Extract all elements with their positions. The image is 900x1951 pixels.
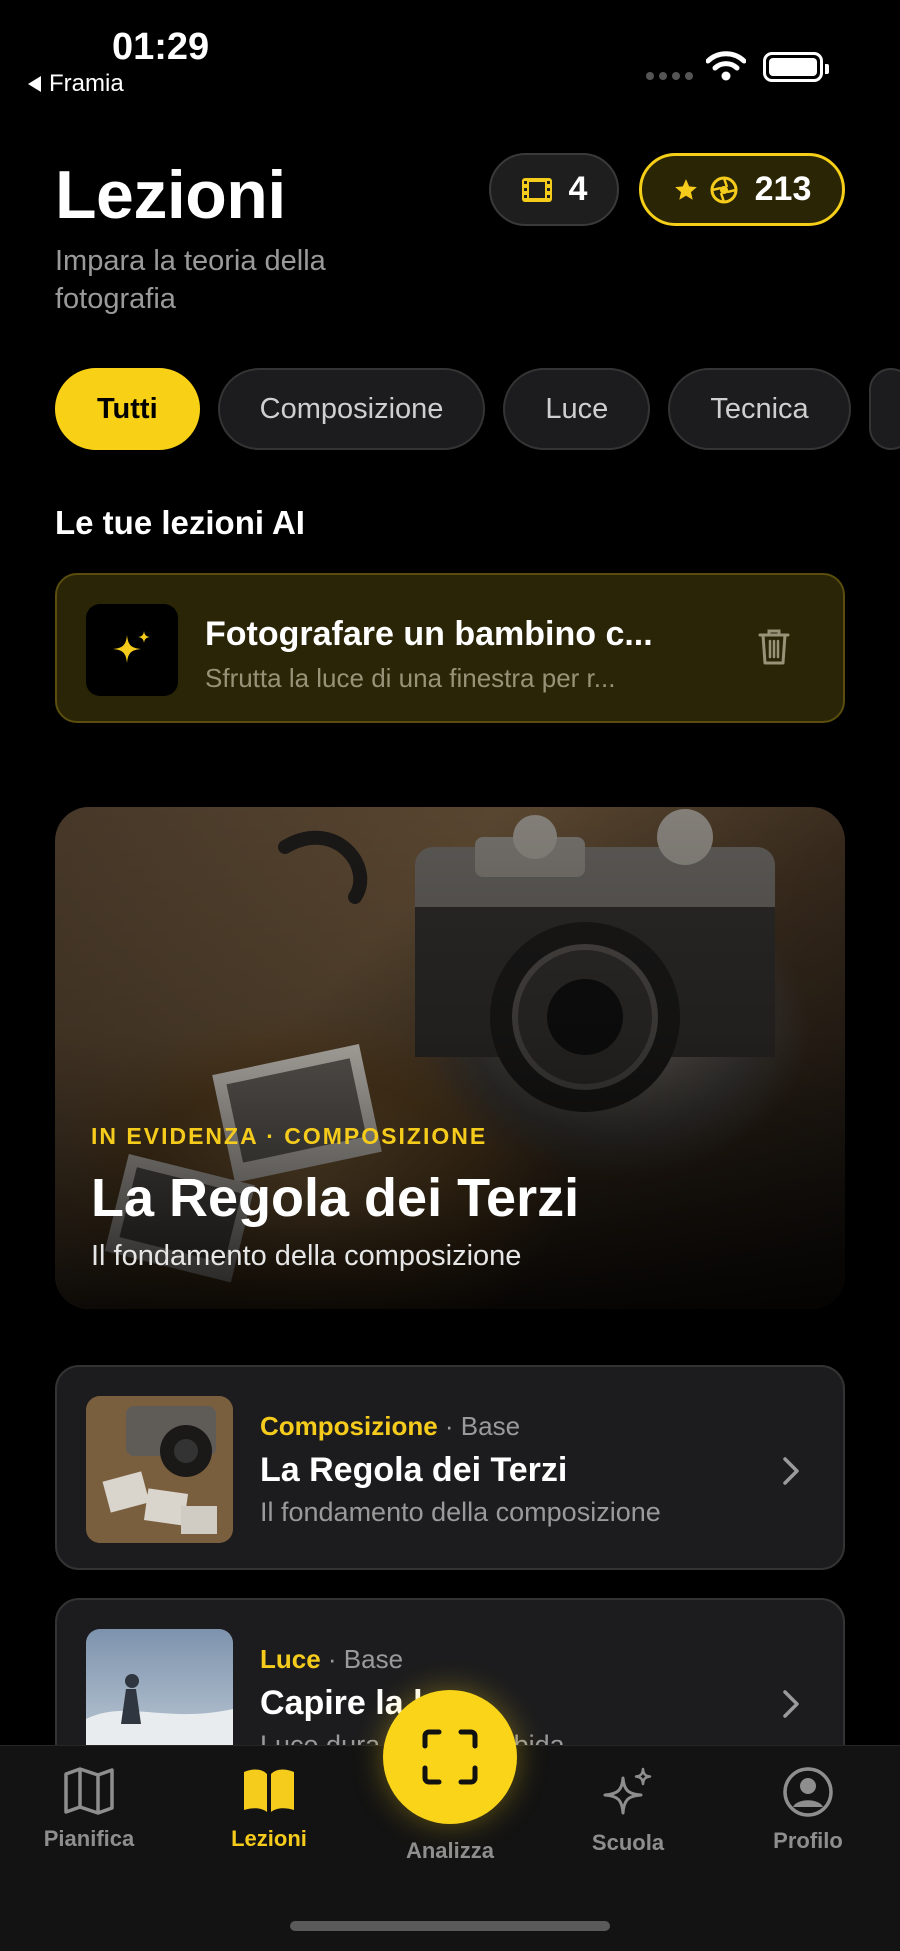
wifi-icon bbox=[706, 51, 746, 81]
ai-lesson-description: Sfrutta la luce di una finestra per r... bbox=[205, 663, 616, 693]
tab-lessons[interactable]: Lezioni bbox=[194, 1766, 344, 1852]
battery-icon bbox=[763, 52, 829, 82]
xp-count: 213 bbox=[754, 170, 812, 208]
lesson-level: · Base bbox=[327, 1644, 404, 1674]
ai-lessons-section-title: Le tue lezioni AI bbox=[55, 504, 305, 541]
featured-title: La Regola dei Terzi bbox=[91, 1168, 580, 1228]
lesson-category: Luce bbox=[260, 1644, 321, 1674]
ai-lesson-title: Fotografare un bambino c... bbox=[205, 615, 653, 653]
lesson-meta: Luce · Base bbox=[260, 1644, 403, 1675]
tab-plan-label: Pianifica bbox=[43, 1826, 135, 1851]
analyze-label: Analizza bbox=[405, 1838, 495, 1863]
chevron-right-icon bbox=[783, 1457, 799, 1485]
lesson-level: · Base bbox=[444, 1411, 521, 1441]
back-to-app-button[interactable]: Framia bbox=[28, 70, 124, 98]
film-count: 4 bbox=[568, 170, 588, 208]
sparkles-icon bbox=[603, 1767, 652, 1815]
ai-lesson-card[interactable]: Fotografare un bambino c... Sfrutta la l… bbox=[55, 573, 845, 723]
filter-chip-composition[interactable]: Composizione bbox=[217, 368, 486, 450]
ai-lesson-thumbnail bbox=[86, 604, 178, 696]
tab-profile-label: Profilo bbox=[773, 1828, 843, 1853]
status-time: 01:29 bbox=[112, 26, 210, 68]
tab-plan[interactable]: Pianifica bbox=[14, 1766, 164, 1852]
home-indicator bbox=[290, 1921, 610, 1931]
chevron-right-icon bbox=[783, 1690, 799, 1718]
lesson-row[interactable]: Composizione · Base La Regola dei Terzi … bbox=[55, 1365, 845, 1570]
lesson-thumbnail bbox=[86, 1396, 233, 1543]
film-count-badge[interactable]: 4 bbox=[489, 153, 619, 226]
filter-chip-more[interactable] bbox=[868, 368, 900, 450]
film-icon bbox=[521, 177, 552, 202]
lesson-category: Composizione bbox=[260, 1411, 438, 1441]
scan-frame-icon bbox=[422, 1729, 478, 1785]
page-subtitle: Impara la teoria della fotografia bbox=[55, 245, 326, 315]
lesson-meta: Composizione · Base bbox=[260, 1411, 520, 1442]
back-arrow-icon bbox=[28, 76, 41, 92]
tab-lessons-label: Lezioni bbox=[231, 1826, 307, 1851]
trash-icon[interactable] bbox=[757, 627, 791, 667]
filter-chip-technique[interactable]: Tecnica bbox=[668, 368, 851, 450]
map-icon bbox=[64, 1767, 114, 1815]
page-title: Lezioni bbox=[55, 157, 286, 233]
book-icon bbox=[244, 1769, 294, 1812]
tab-school[interactable]: Scuola bbox=[553, 1766, 703, 1856]
aperture-icon bbox=[710, 176, 738, 203]
analyze-button[interactable] bbox=[383, 1690, 517, 1824]
featured-kicker: IN EVIDENZA · COMPOSIZIONE bbox=[91, 1123, 488, 1149]
featured-lesson-card[interactable]: IN EVIDENZA · COMPOSIZIONE La Regola dei… bbox=[55, 807, 845, 1309]
filter-chip-light[interactable]: Luce bbox=[503, 368, 651, 450]
star-icon bbox=[674, 178, 697, 200]
back-app-label: Framia bbox=[49, 70, 124, 97]
featured-subtitle: Il fondamento della composizione bbox=[91, 1240, 522, 1272]
lesson-description: Il fondamento della composizione bbox=[260, 1497, 661, 1527]
lesson-title: La Regola dei Terzi bbox=[260, 1451, 568, 1489]
sparkles-icon bbox=[113, 631, 150, 663]
tab-school-label: Scuola bbox=[591, 1830, 665, 1855]
profile-icon bbox=[783, 1767, 833, 1817]
tab-profile[interactable]: Profilo bbox=[733, 1766, 883, 1854]
cellular-signal-icon bbox=[646, 72, 693, 80]
filter-chip-all[interactable]: Tutti bbox=[55, 368, 200, 450]
xp-badge[interactable]: 213 bbox=[639, 153, 845, 226]
category-filter-bar: Tutti Composizione Luce Tecnica bbox=[55, 368, 900, 450]
